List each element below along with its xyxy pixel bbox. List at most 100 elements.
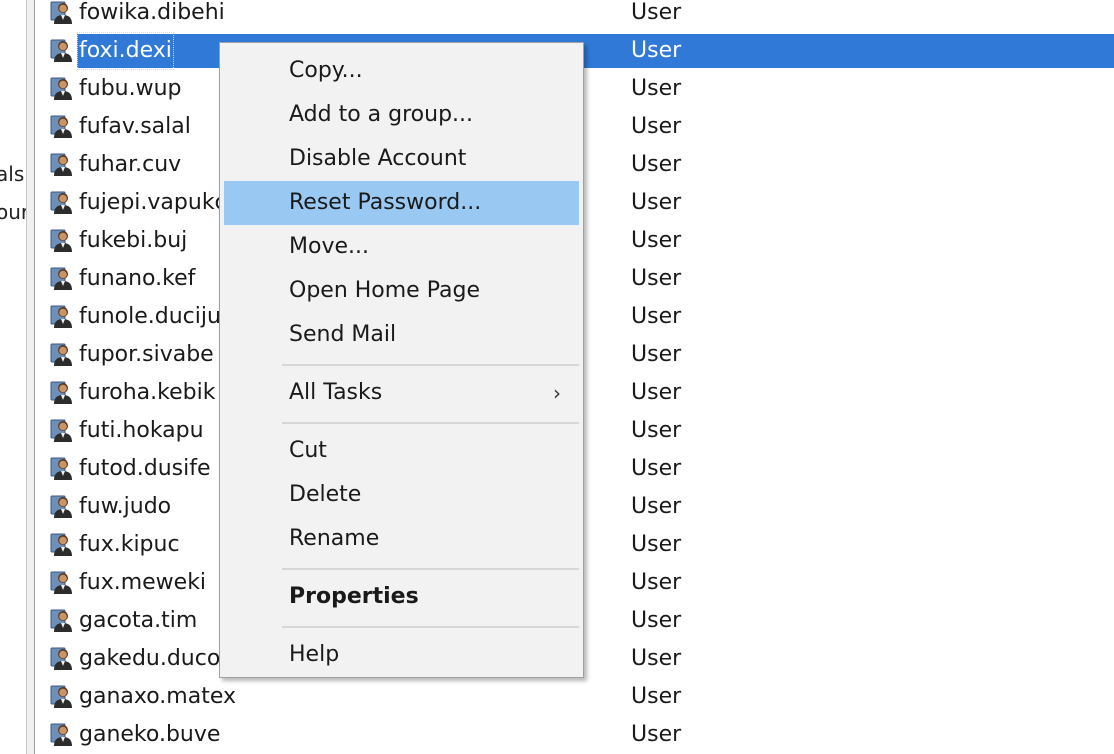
user-icon	[49, 684, 75, 710]
menu-item-label: Add to a group...	[289, 102, 474, 127]
user-type: User	[631, 380, 682, 405]
user-icon	[49, 532, 75, 558]
user-type: User	[631, 722, 682, 747]
user-row[interactable]: ganeko.buve User	[35, 716, 1114, 754]
menu-item-label: Send Mail	[289, 322, 397, 347]
context-menu: Copy... Add to a group... Disable Account R…	[219, 42, 584, 678]
user-name: fux.kipuc	[79, 532, 180, 557]
user-icon	[49, 494, 75, 520]
user-name: fux.meweki	[79, 570, 207, 595]
user-icon	[49, 456, 75, 482]
tree-item-fragment[interactable]: als	[0, 162, 24, 186]
menu-item-open-home-page[interactable]: Open Home Page	[224, 269, 579, 313]
user-type: User	[631, 570, 682, 595]
menu-item-cut[interactable]: Cut	[224, 429, 579, 473]
user-name: fukebi.buj	[79, 228, 188, 253]
user-type: User	[631, 190, 682, 215]
menu-item-send-mail[interactable]: Send Mail	[224, 313, 579, 357]
menu-item-copy[interactable]: Copy...	[224, 49, 579, 93]
menu-item-label: Disable Account	[289, 146, 467, 171]
menu-item-label: Rename	[289, 526, 380, 551]
chevron-right-icon: ›	[553, 381, 561, 405]
user-icon	[49, 0, 75, 26]
user-icon	[49, 152, 75, 178]
user-type: User	[631, 608, 682, 633]
menu-separator	[282, 364, 579, 366]
user-type: User	[631, 76, 682, 101]
user-name: funole.duciju	[79, 304, 221, 329]
menu-item-help[interactable]: Help	[224, 633, 579, 677]
menu-item-delete[interactable]: Delete	[224, 473, 579, 517]
user-name: fujepi.vapukc	[79, 190, 227, 215]
user-name: gakedu.duco	[79, 646, 221, 671]
menu-item-add-to-group[interactable]: Add to a group...	[224, 93, 579, 137]
user-icon	[49, 418, 75, 444]
user-name: gacota.tim	[79, 608, 198, 633]
menu-item-label: Properties	[289, 584, 419, 609]
user-name: ganeko.buve	[79, 722, 221, 747]
user-name: fowika.dibehi	[79, 0, 225, 25]
user-name: furoha.kebik	[79, 380, 216, 405]
user-type: User	[631, 266, 682, 291]
menu-item-label: Delete	[289, 482, 362, 507]
user-icon	[49, 266, 75, 292]
user-type: User	[631, 456, 682, 481]
user-icon	[49, 722, 75, 748]
user-name: funano.kef	[79, 266, 196, 291]
console-tree-pane[interactable]: als our	[0, 0, 27, 754]
user-type: User	[631, 152, 682, 177]
user-type: User	[631, 342, 682, 367]
user-type: User	[631, 646, 682, 671]
menu-item-label: Copy...	[289, 58, 363, 83]
user-type: User	[631, 418, 682, 443]
user-name: futi.hokapu	[79, 418, 204, 443]
user-icon	[49, 114, 75, 140]
user-type: User	[631, 114, 682, 139]
menu-item-label: Open Home Page	[289, 278, 480, 303]
user-name: fupor.sivabe	[79, 342, 214, 367]
menu-separator	[282, 626, 579, 628]
user-icon	[49, 190, 75, 216]
menu-item-label: All Tasks	[289, 380, 383, 405]
user-type: User	[631, 494, 682, 519]
user-type: User	[631, 38, 682, 63]
user-icon	[49, 304, 75, 330]
menu-item-all-tasks[interactable]: All Tasks ›	[224, 371, 579, 415]
menu-separator	[282, 422, 579, 424]
user-name: fuhar.cuv	[79, 152, 182, 177]
user-icon	[49, 380, 75, 406]
user-icon	[49, 646, 75, 672]
user-icon	[49, 76, 75, 102]
user-name: futod.dusife	[79, 456, 211, 481]
menu-item-label: Move...	[289, 234, 369, 259]
user-name: fuw.judo	[79, 494, 172, 519]
user-type: User	[631, 684, 682, 709]
user-type: User	[631, 304, 682, 329]
user-type: User	[631, 228, 682, 253]
menu-item-label: Cut	[289, 438, 327, 463]
user-name: foxi.dexi	[77, 32, 174, 70]
user-row[interactable]: ganaxo.matex User	[35, 678, 1114, 716]
user-icon	[49, 228, 75, 254]
menu-separator	[282, 568, 579, 570]
menu-item-disable-account[interactable]: Disable Account	[224, 137, 579, 181]
user-icon	[49, 38, 75, 64]
pane-splitter[interactable]	[27, 0, 35, 754]
user-name: fubu.wup	[79, 76, 182, 101]
menu-item-properties[interactable]: Properties	[224, 575, 579, 619]
user-type: User	[631, 532, 682, 557]
menu-item-rename[interactable]: Rename	[224, 517, 579, 561]
user-row[interactable]: fowika.dibehi User	[35, 0, 1114, 32]
user-name: fufav.salal	[79, 114, 191, 139]
user-icon	[49, 608, 75, 634]
menu-item-label: Help	[289, 642, 340, 667]
aduc-window: als our fowika.dibehiUser foxi.dexiUser …	[0, 0, 1114, 754]
menu-item-reset-password[interactable]: Reset Password...	[224, 181, 579, 225]
user-icon	[49, 570, 75, 596]
menu-item-move[interactable]: Move...	[224, 225, 579, 269]
user-icon	[49, 342, 75, 368]
menu-item-label: Reset Password...	[289, 190, 482, 215]
user-type: User	[631, 0, 682, 25]
tree-item-fragment[interactable]: our	[0, 200, 26, 224]
user-name: ganaxo.matex	[79, 684, 236, 709]
